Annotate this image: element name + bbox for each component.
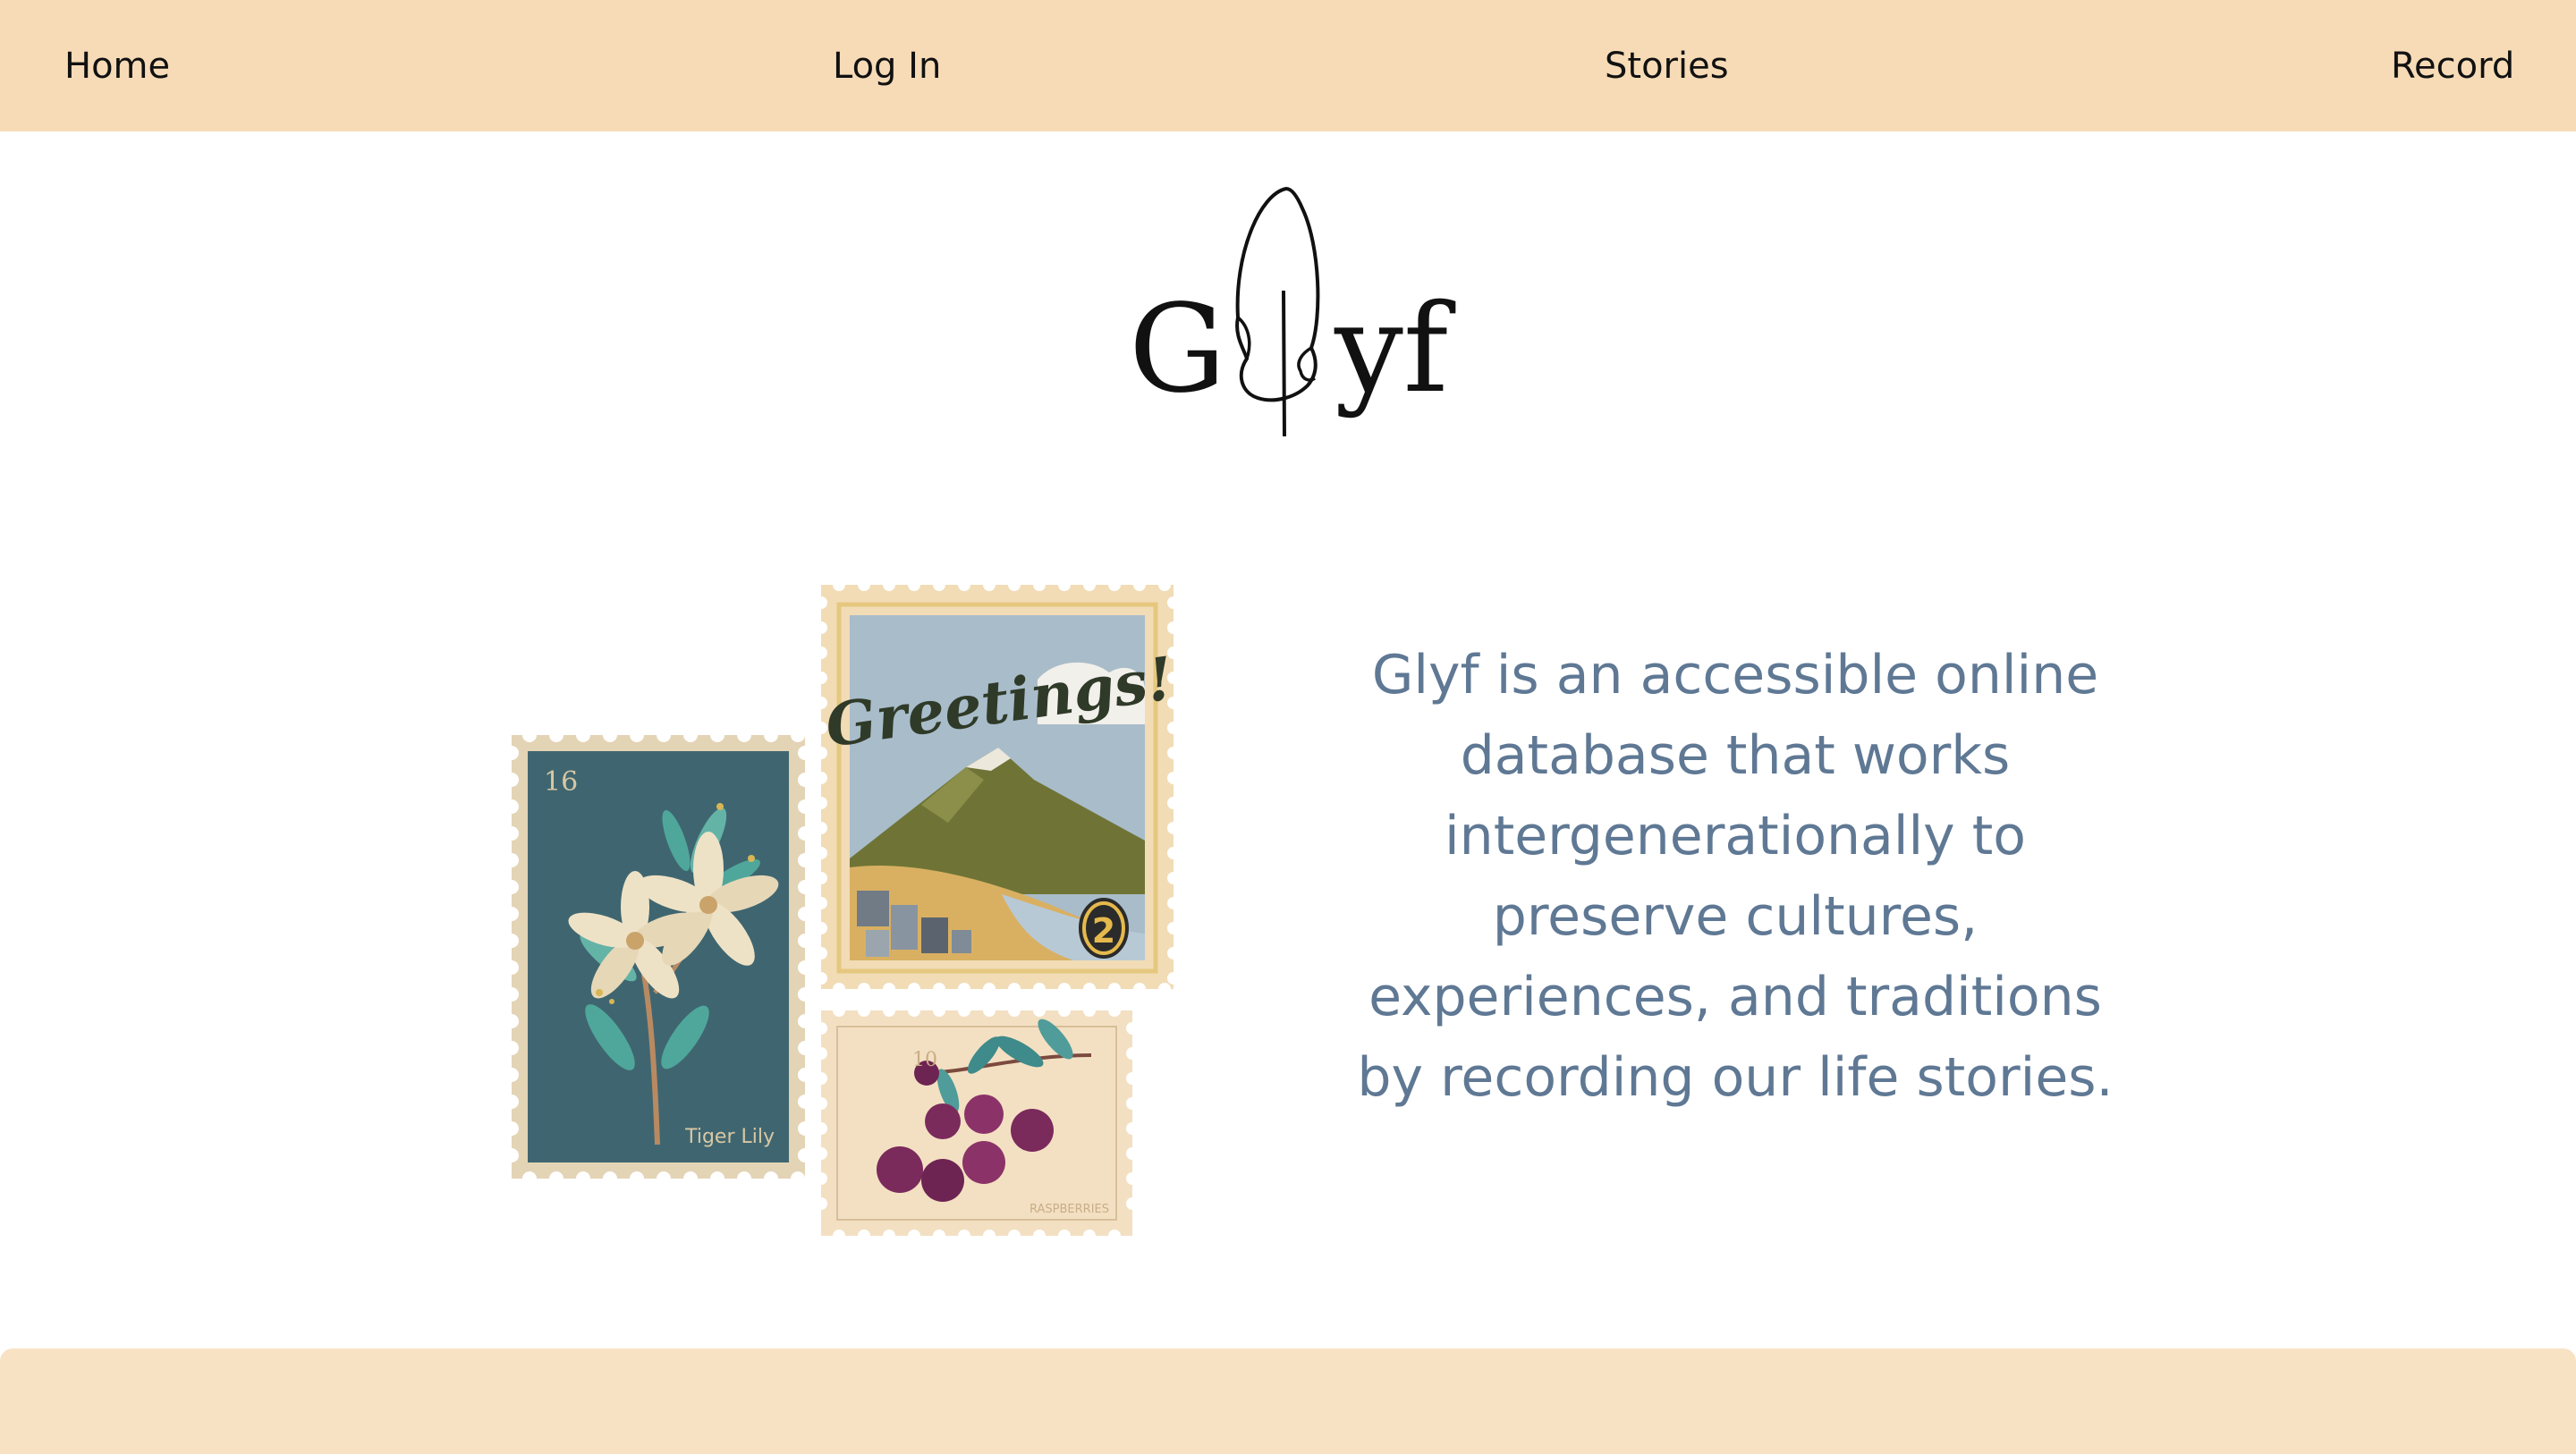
intro-line: preserve cultures, bbox=[1492, 885, 1979, 948]
stamp-collage: 16 Tiger Lily Greetings! 2 10 RASPBERRIE… bbox=[501, 572, 1181, 1252]
logo-text-right: yf bbox=[1334, 279, 1456, 420]
raspberries-number: 10 bbox=[912, 1049, 937, 1071]
nav-stories-link[interactable]: Stories bbox=[1605, 39, 1729, 93]
glyf-logo-mark: G yf bbox=[1129, 186, 1456, 437]
raspberries-caption: RASPBERRIES bbox=[1030, 1203, 1109, 1216]
intro-line: Glyf is an accessible online bbox=[1371, 644, 2099, 706]
footer bbox=[0, 1348, 2576, 1454]
top-nav: Home Log In Stories Record bbox=[0, 0, 2576, 131]
intro-line: intergenerationally to bbox=[1445, 805, 2026, 867]
greetings-stamp: Greetings! 2 bbox=[815, 579, 1180, 995]
tiger-lily-stamp: 16 Tiger Lily bbox=[504, 728, 812, 1186]
glyf-logo[interactable]: G yf bbox=[1127, 183, 1467, 443]
tiger-lily-caption: Tiger Lily bbox=[684, 1126, 775, 1148]
feather-icon bbox=[1235, 186, 1320, 437]
stamp-collage-art: 16 Tiger Lily Greetings! 2 10 RASPBERRIE… bbox=[504, 579, 1180, 1242]
nav-login-link[interactable]: Log In bbox=[833, 39, 941, 93]
intro-text: Glyf is an accessible online database th… bbox=[1342, 635, 2129, 1118]
nav-home-link[interactable]: Home bbox=[64, 39, 170, 93]
greetings-number: 2 bbox=[1092, 911, 1115, 951]
logo-text-left: G bbox=[1129, 279, 1226, 420]
tiger-lily-number: 16 bbox=[544, 766, 578, 798]
intro-line: experiences, and traditions bbox=[1368, 966, 2102, 1028]
intro-line: database that works bbox=[1460, 724, 2011, 787]
raspberries-stamp: 10 RASPBERRIES bbox=[815, 1004, 1139, 1242]
intro-line: by recording our life stories. bbox=[1357, 1046, 2114, 1109]
nav-record-link[interactable]: Record bbox=[2391, 39, 2514, 93]
